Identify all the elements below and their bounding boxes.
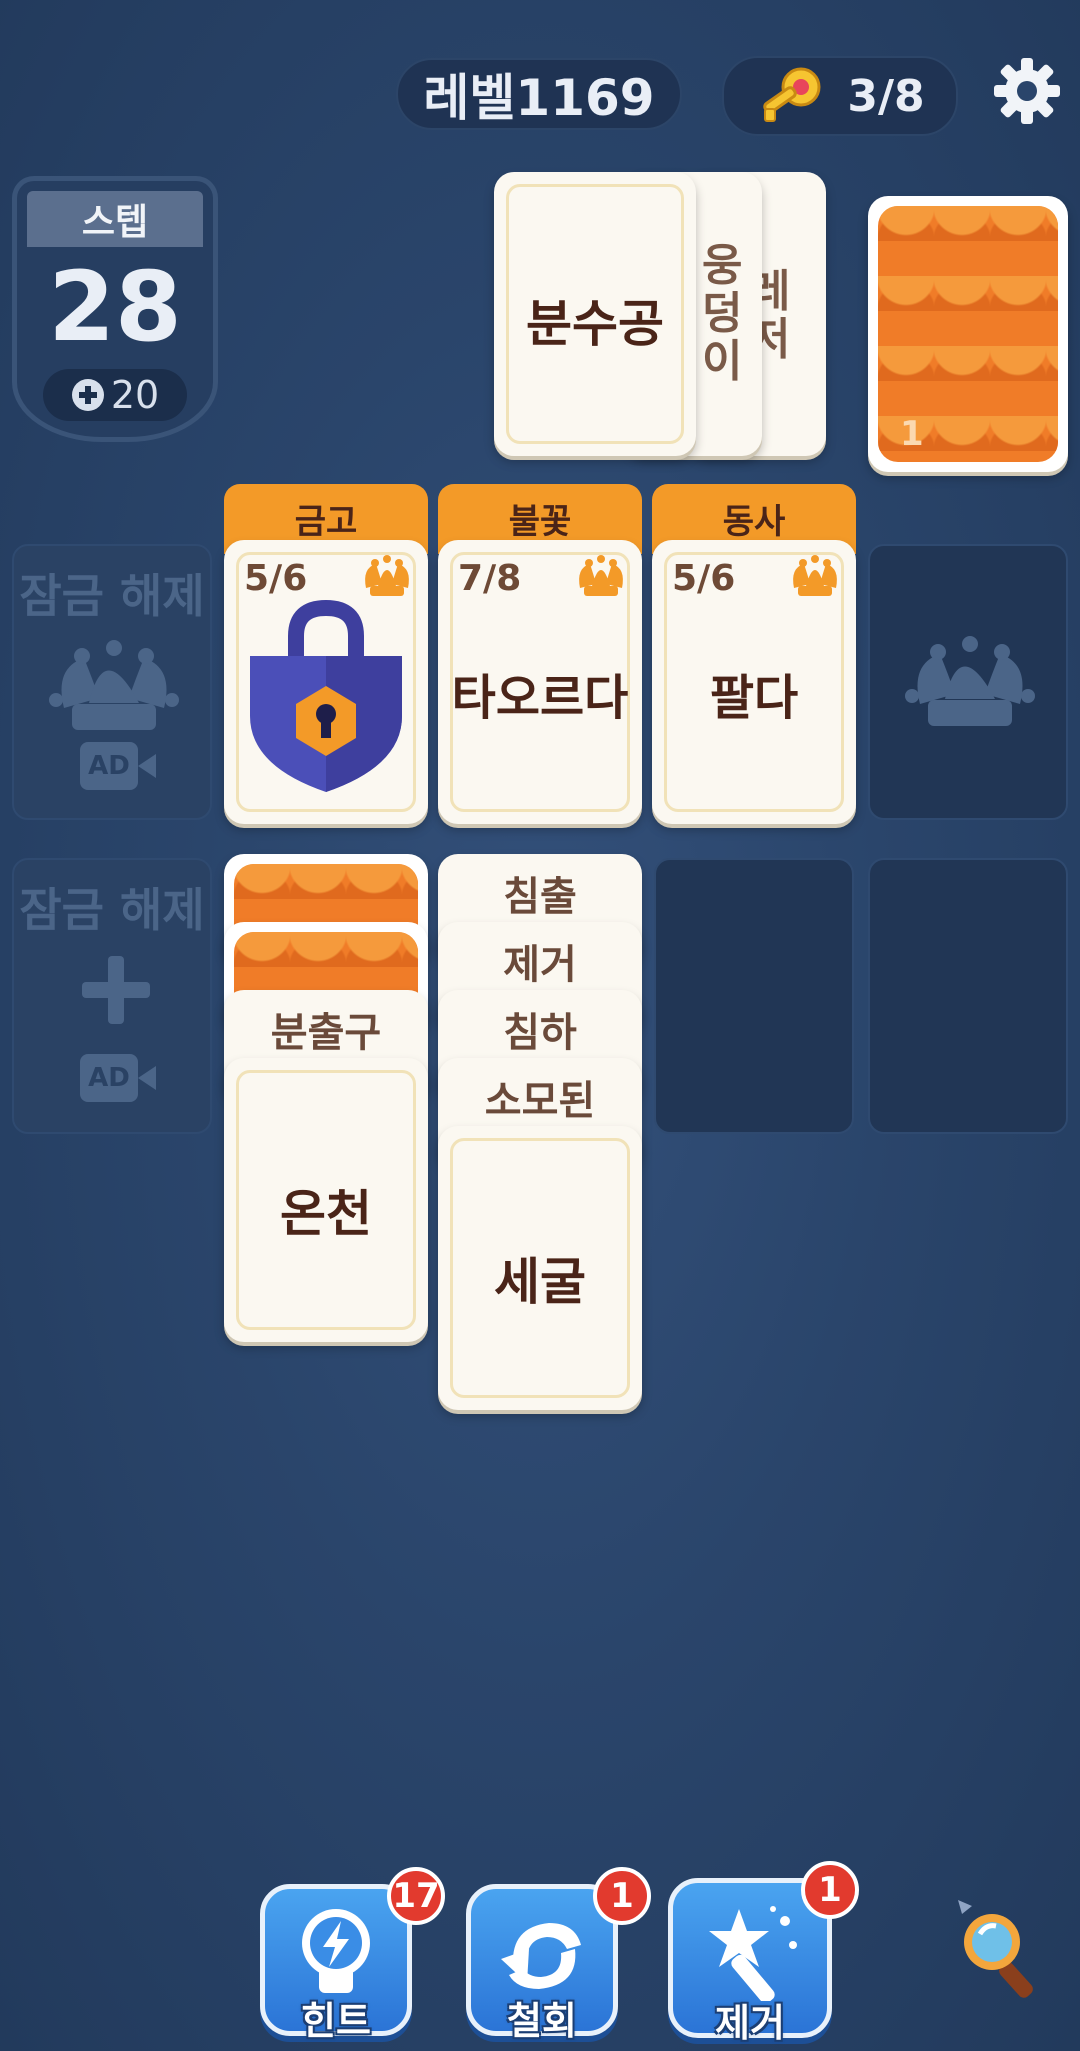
magic-wand-icon [709, 1906, 797, 2001]
gear-icon [994, 58, 1060, 124]
undo-button[interactable]: 철회 1 [466, 1867, 651, 2043]
jester-hat-icon [365, 555, 409, 596]
foundation-progress: 7/8 [458, 558, 522, 599]
settings-button[interactable] [992, 56, 1062, 126]
lightbulb-icon [302, 1909, 370, 1993]
card-word: 제거 [503, 942, 577, 988]
draw-deck[interactable]: 1 [868, 196, 1068, 472]
ad-video-icon: AD [80, 742, 156, 790]
remove-button[interactable]: 제거 1 [668, 1861, 859, 2045]
stock-top-word: 분수공 [526, 295, 664, 353]
jester-hat-icon [905, 636, 1035, 726]
lock-icon [250, 599, 402, 792]
tableau-top-card[interactable]: 세굴 [438, 1126, 642, 1410]
card-word: 침하 [503, 1010, 577, 1056]
ad-label: AD [80, 1054, 138, 1102]
ad-label: AD [80, 742, 138, 790]
key-icon [763, 67, 821, 122]
ad-video-icon: AD [80, 1054, 156, 1102]
card-word: 분출구 [270, 1010, 382, 1056]
undo-count-badge: 1 [593, 1867, 651, 1925]
foundation-progress: 5/6 [672, 558, 736, 599]
stock-card-top[interactable]: 분수공 [494, 172, 696, 456]
hint-label: 힌트 [301, 1999, 371, 2043]
keys-indicator: 3/8 [722, 56, 958, 136]
unlock-label: 잠금 해제 [19, 883, 205, 937]
unlock-slot-ad-plus[interactable]: 잠금 해제 AD [12, 858, 212, 1134]
tableau-empty-slot[interactable] [868, 858, 1068, 1134]
level-label: 레벨1169 [423, 69, 655, 127]
unlock-slot-ad-jester[interactable]: 잠금 해제 AD [12, 544, 212, 820]
foundation-empty-slot[interactable] [868, 544, 1068, 820]
plus-circle-icon [71, 379, 104, 411]
foundation-card[interactable]: 5/6 팔다 [652, 540, 856, 824]
jester-hat-icon [579, 555, 623, 596]
card-word: 소모된 [484, 1078, 596, 1124]
hint-button[interactable]: 힌트 17 [260, 1867, 445, 2043]
step-bonus-value: 20 [110, 373, 160, 417]
level-indicator: 레벨1169 [396, 58, 682, 130]
step-title: 스텝 [27, 191, 203, 247]
foundation-word: 타오르다 [451, 670, 629, 726]
card-word: 온천 [280, 1185, 372, 1243]
magnifier-icon [958, 1900, 1033, 1998]
foundation-word: 팔다 [709, 670, 799, 726]
step-counter: 스텝 28 20 [12, 176, 218, 442]
keys-count: 3/8 [847, 70, 925, 122]
hint-count-badge: 17 [387, 1867, 445, 1925]
unlock-label: 잠금 해제 [19, 569, 205, 623]
jester-hat-icon [49, 640, 179, 730]
foundation-progress: 5/6 [244, 558, 308, 599]
foundation-card-locked[interactable]: 5/6 [224, 540, 428, 824]
card-word: 침출 [503, 874, 577, 920]
plus-icon [82, 956, 150, 1024]
step-count: 28 [48, 251, 182, 363]
tableau-top-card[interactable]: 온천 [224, 1058, 428, 1342]
tableau-empty-slot[interactable] [654, 858, 854, 1134]
remove-count-badge: 1 [801, 1861, 859, 1919]
foundation-card[interactable]: 7/8 타오르다 [438, 540, 642, 824]
undo-label: 철회 [507, 1999, 577, 2043]
deck-remaining: 1 [900, 414, 924, 454]
jester-hat-icon [793, 555, 837, 596]
search-button[interactable] [956, 1900, 1046, 2000]
step-bonus[interactable]: 20 [43, 369, 187, 421]
stock-second-word: 웅덩이 [702, 240, 743, 387]
card-word: 세굴 [494, 1253, 586, 1311]
undo-icon [501, 1923, 581, 1989]
remove-label: 제거 [715, 2001, 785, 2045]
